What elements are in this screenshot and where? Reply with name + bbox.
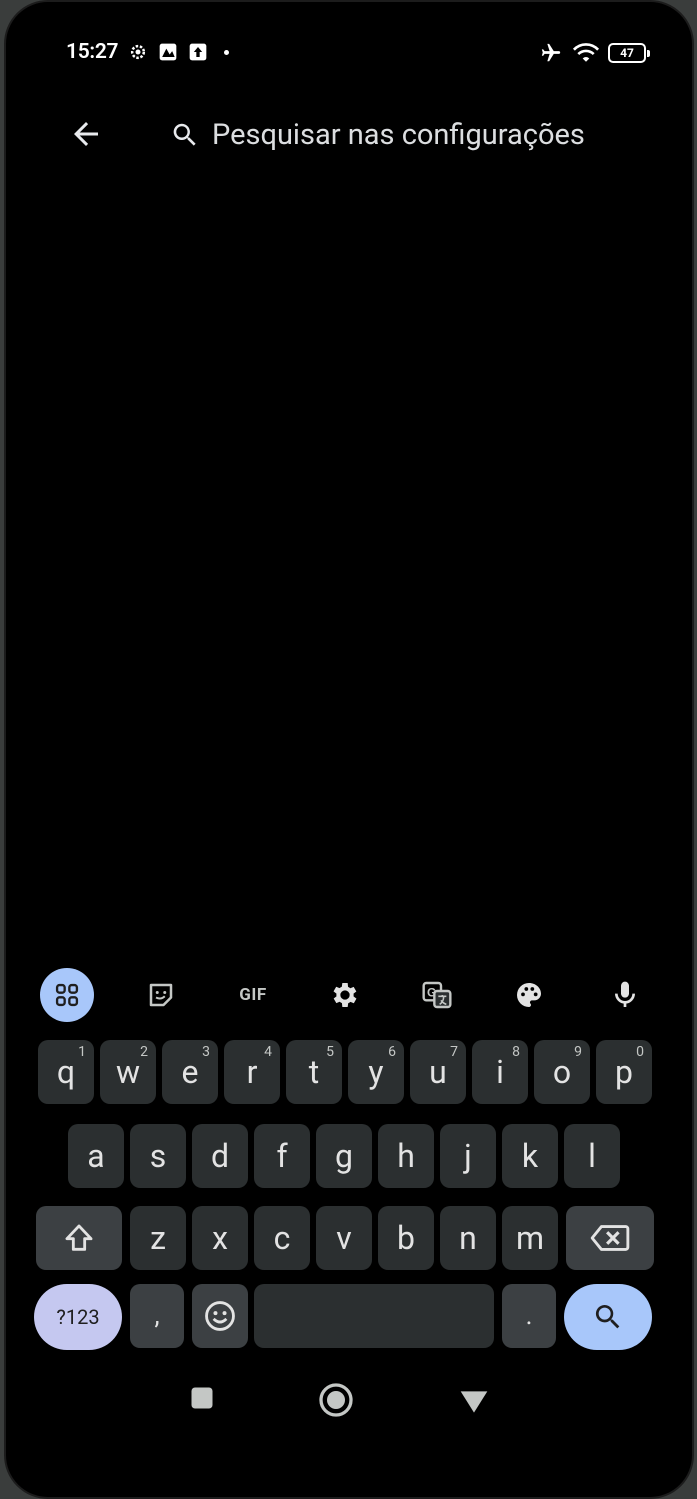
- apps-grid-icon: [55, 983, 79, 1007]
- upload-status-icon: [189, 43, 207, 61]
- status-notification-icons: [128, 42, 229, 62]
- comma-key[interactable]: ,: [130, 1284, 184, 1348]
- search-action-icon: [595, 1305, 620, 1329]
- backspace-icon: [590, 1225, 630, 1251]
- palette-icon: [517, 983, 541, 1007]
- key-f[interactable]: f: [254, 1124, 310, 1188]
- photo-status-icon: [159, 43, 177, 61]
- key-u[interactable]: u7: [410, 1040, 466, 1104]
- battery-icon: 47: [608, 43, 650, 63]
- symbols-key[interactable]: ?123: [34, 1284, 122, 1350]
- key-q[interactable]: q1: [38, 1040, 94, 1104]
- gboard-keyboard: GIF G q1 w2 e3 r4 t5 y6 u7 i8 o9 p 0 a s…: [28, 960, 668, 1360]
- key-row-2: a s d f g h j k l: [28, 1124, 668, 1194]
- translate-button[interactable]: G: [410, 968, 464, 1022]
- search-icon: [173, 123, 196, 146]
- emoji-icon: [205, 1301, 235, 1331]
- key-b[interactable]: b: [378, 1206, 434, 1270]
- key-s[interactable]: s: [130, 1124, 186, 1188]
- key-y[interactable]: y6: [348, 1040, 404, 1104]
- sticker-button[interactable]: [134, 968, 188, 1022]
- key-a[interactable]: a: [68, 1124, 124, 1188]
- key-g[interactable]: g: [316, 1124, 372, 1188]
- keyboard-toolbar: GIF G: [28, 960, 668, 1030]
- settings-icon: [333, 983, 357, 1007]
- battery-level: 47: [620, 46, 634, 60]
- microphone-icon: [615, 981, 635, 1007]
- status-bar: 15:27 47: [6, 36, 692, 70]
- wifi-icon: [572, 43, 600, 62]
- key-v[interactable]: v: [316, 1206, 372, 1270]
- shift-key[interactable]: [36, 1206, 122, 1270]
- settings-status-icon: [130, 44, 146, 60]
- key-z[interactable]: z: [130, 1206, 186, 1270]
- key-n[interactable]: n: [440, 1206, 496, 1270]
- gif-button[interactable]: GIF: [226, 968, 280, 1022]
- more-notifications-dot: [224, 49, 229, 55]
- nav-recents-icon[interactable]: [188, 1384, 216, 1412]
- key-h[interactable]: h: [378, 1124, 434, 1188]
- backspace-key[interactable]: [566, 1206, 654, 1270]
- key-row-1: q1 w2 e3 r4 t5 y6 u7 i8 o9 p0: [28, 1040, 668, 1110]
- key-row-4: ?123 , .: [28, 1284, 668, 1354]
- settings-search-header: [6, 110, 692, 170]
- emoji-key[interactable]: [192, 1284, 248, 1348]
- key-t[interactable]: t5: [286, 1040, 342, 1104]
- period-key[interactable]: .: [502, 1284, 556, 1348]
- key-j[interactable]: j: [440, 1124, 496, 1188]
- nav-home-icon[interactable]: [318, 1382, 354, 1418]
- key-w[interactable]: w2: [100, 1040, 156, 1104]
- shift-icon: [65, 1224, 93, 1251]
- key-m[interactable]: m: [502, 1206, 558, 1270]
- gif-label: GIF: [239, 985, 267, 1005]
- key-r[interactable]: r4: [224, 1040, 280, 1104]
- key-c[interactable]: c: [254, 1206, 310, 1270]
- search-bar: [170, 118, 672, 152]
- key-l[interactable]: l: [564, 1124, 620, 1188]
- sticker-icon: [149, 983, 173, 1007]
- search-action-key[interactable]: [564, 1284, 652, 1350]
- translate-icon: G: [422, 981, 452, 1009]
- key-e[interactable]: e3: [162, 1040, 218, 1104]
- search-input[interactable]: [212, 118, 672, 152]
- voice-input-button[interactable]: [598, 968, 652, 1022]
- theme-button[interactable]: [502, 968, 556, 1022]
- status-time: 15:27: [66, 40, 119, 64]
- key-row-3: z x c v b n m: [28, 1206, 668, 1276]
- key-x[interactable]: x: [192, 1206, 248, 1270]
- key-o[interactable]: o9: [534, 1040, 590, 1104]
- key-k[interactable]: k: [502, 1124, 558, 1188]
- key-p[interactable]: p0: [596, 1040, 652, 1104]
- apps-grid-button[interactable]: [40, 968, 94, 1022]
- phone-screen: 15:27 47 GIF: [4, 0, 694, 1499]
- back-arrow-icon[interactable]: [68, 116, 104, 152]
- space-bar[interactable]: [254, 1284, 494, 1348]
- status-system-icons: 47: [538, 42, 650, 64]
- key-d[interactable]: d: [192, 1124, 248, 1188]
- nav-back-icon[interactable]: [458, 1388, 490, 1416]
- airplane-mode-icon: [541, 43, 561, 62]
- key-i[interactable]: i8: [472, 1040, 528, 1104]
- keyboard-settings-button[interactable]: [318, 968, 372, 1022]
- system-navigation-bar: [6, 1372, 692, 1432]
